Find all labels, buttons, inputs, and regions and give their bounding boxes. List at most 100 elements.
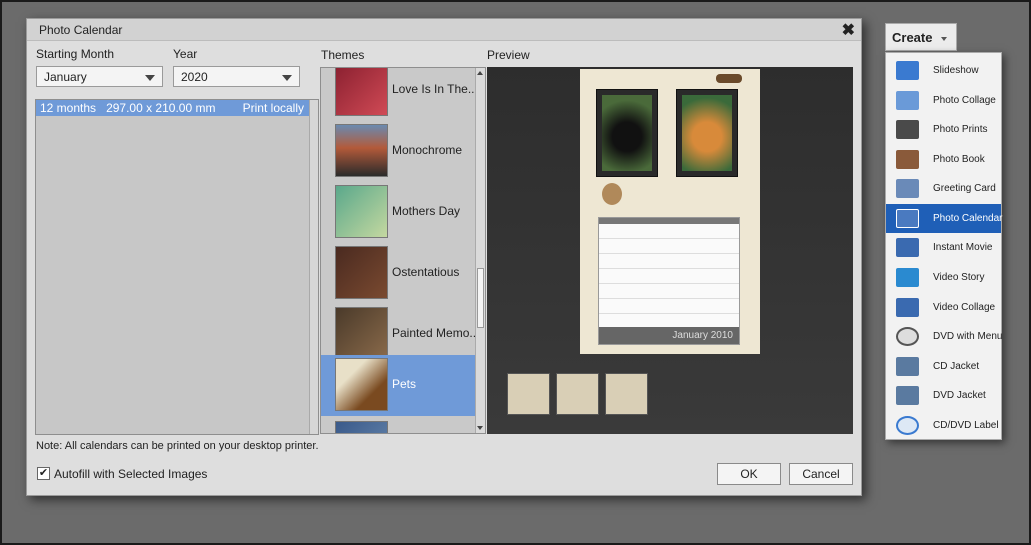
calendar-size-list: 12 months 297.00 x 210.00 mm Print local… bbox=[35, 99, 319, 435]
menu-item-cd-jacket[interactable]: CD Jacket bbox=[886, 352, 1001, 381]
menu-item-disc-label[interactable]: CD/DVD Label bbox=[886, 411, 1001, 440]
menu-item-label: Greeting Card bbox=[933, 183, 996, 194]
size-row-size: 297.00 x 210.00 mm bbox=[106, 101, 216, 115]
calendar-icon bbox=[896, 209, 919, 228]
photo-collage-icon bbox=[896, 91, 919, 110]
menu-item-photo-prints[interactable]: Photo Prints bbox=[886, 115, 1001, 144]
menu-item-label: CD Jacket bbox=[933, 361, 980, 372]
theme-item-mothers-day[interactable]: Mothers Day bbox=[321, 182, 476, 243]
create-button[interactable]: Create bbox=[885, 23, 957, 51]
menu-item-label: Photo Book bbox=[933, 154, 985, 165]
theme-thumbnail bbox=[335, 124, 388, 177]
menu-item-video-collage[interactable]: Video Collage bbox=[886, 293, 1001, 322]
theme-thumbnail bbox=[335, 307, 388, 360]
theme-label: Painted Memo... bbox=[392, 326, 480, 340]
starting-month-value: January bbox=[44, 70, 87, 84]
menu-item-label: Photo Prints bbox=[933, 124, 988, 135]
menu-item-instant-movie[interactable]: Instant Movie bbox=[886, 233, 1001, 262]
preview-thumbnail-3[interactable] bbox=[605, 373, 648, 415]
disc-label-icon bbox=[896, 416, 919, 435]
menu-item-label: Video Collage bbox=[933, 302, 996, 313]
size-row-months: 12 months bbox=[40, 101, 97, 115]
autofill-checkbox[interactable]: ✔ bbox=[37, 467, 50, 480]
photo-frame-right bbox=[676, 89, 738, 177]
scroll-up-icon[interactable] bbox=[477, 71, 483, 75]
scroll-down-icon[interactable] bbox=[477, 426, 483, 430]
paw-icon bbox=[602, 183, 622, 205]
theme-thumbnail bbox=[335, 421, 388, 433]
close-icon[interactable]: ✖ bbox=[842, 20, 855, 40]
caret-down-icon bbox=[941, 37, 947, 41]
ok-button[interactable]: OK bbox=[717, 463, 781, 485]
video-collage-icon bbox=[896, 298, 919, 317]
menu-item-dvd-jacket[interactable]: DVD Jacket bbox=[886, 381, 1001, 410]
print-note: Note: All calendars can be printed on yo… bbox=[36, 440, 319, 452]
theme-label: Monochrome bbox=[392, 143, 463, 157]
menu-item-slideshow[interactable]: Slideshow bbox=[886, 56, 1001, 85]
year-select[interactable]: 2020 bbox=[173, 66, 300, 87]
menu-item-photo-collage[interactable]: Photo Collage bbox=[886, 86, 1001, 115]
theme-thumbnail bbox=[335, 68, 388, 116]
create-button-label: Create bbox=[892, 30, 933, 45]
year-label: Year bbox=[173, 47, 198, 61]
theme-item-pets[interactable]: Pets bbox=[321, 355, 476, 416]
menu-item-label: DVD Jacket bbox=[933, 390, 986, 401]
preview-thumbnail-2[interactable] bbox=[556, 373, 599, 415]
themes-label: Themes bbox=[321, 48, 365, 62]
menu-item-label: Photo Collage bbox=[933, 95, 996, 106]
year-value: 2020 bbox=[181, 70, 208, 84]
theme-thumbnail bbox=[335, 358, 388, 411]
menu-item-label: Slideshow bbox=[933, 65, 979, 76]
preview-thumbnail-1[interactable] bbox=[507, 373, 550, 415]
dvd-icon bbox=[896, 327, 919, 346]
greeting-card-icon bbox=[896, 179, 919, 198]
theme-label: Ostentatious bbox=[392, 265, 460, 279]
scroll-thumb[interactable] bbox=[477, 268, 484, 328]
menu-item-greeting-card[interactable]: Greeting Card bbox=[886, 174, 1001, 203]
size-row-print: Print locally bbox=[242, 101, 304, 115]
calendar-preview: January 2010 bbox=[487, 67, 853, 434]
size-row-selected[interactable]: 12 months 297.00 x 210.00 mm Print local… bbox=[36, 100, 318, 116]
autofill-label[interactable]: Autofill with Selected Images bbox=[54, 467, 207, 481]
cancel-button[interactable]: Cancel bbox=[789, 463, 853, 485]
menu-item-photo-calendar[interactable]: Photo Calendar bbox=[886, 204, 1003, 233]
calendar-month-caption: January 2010 bbox=[599, 327, 739, 344]
starting-month-label: Starting Month bbox=[36, 47, 115, 61]
menu-item-label: CD/DVD Label bbox=[933, 420, 999, 431]
theme-item-love[interactable]: Love Is In The... bbox=[321, 68, 478, 121]
calendar-grid: January 2010 bbox=[598, 217, 740, 345]
themes-scrollbar[interactable] bbox=[475, 68, 485, 433]
theme-item-next[interactable] bbox=[321, 418, 476, 433]
chevron-down-icon bbox=[282, 75, 292, 81]
menu-item-label: DVD with Menu bbox=[933, 331, 1003, 342]
size-list-scrollbar[interactable] bbox=[309, 100, 318, 434]
theme-item-ostentatious[interactable]: Ostentatious bbox=[321, 243, 476, 304]
cd-jacket-icon bbox=[896, 357, 919, 376]
menu-item-label: Instant Movie bbox=[933, 242, 993, 253]
instant-movie-icon bbox=[896, 238, 919, 257]
dvd-jacket-icon bbox=[896, 386, 919, 405]
starting-month-select[interactable]: January bbox=[36, 66, 163, 87]
dialog-title: Photo Calendar bbox=[39, 23, 123, 37]
menu-item-photo-book[interactable]: Photo Book bbox=[886, 145, 1001, 174]
preview-label: Preview bbox=[487, 48, 530, 62]
menu-item-label: Photo Calendar bbox=[933, 213, 1003, 224]
calendar-page: January 2010 bbox=[580, 69, 760, 354]
printer-icon bbox=[896, 120, 919, 139]
theme-label: Mothers Day bbox=[392, 204, 461, 218]
video-story-icon bbox=[896, 268, 919, 287]
theme-item-monochrome[interactable]: Monochrome bbox=[321, 121, 476, 182]
dog-photo-black bbox=[602, 95, 652, 171]
theme-label: Pets bbox=[392, 377, 417, 391]
chevron-down-icon bbox=[145, 75, 155, 81]
slideshow-icon bbox=[896, 61, 919, 80]
photo-frame-left bbox=[596, 89, 658, 177]
theme-thumbnail bbox=[335, 185, 388, 238]
bone-ornament bbox=[716, 74, 742, 83]
menu-item-dvd-with-menu[interactable]: DVD with Menu bbox=[886, 322, 1003, 351]
create-menu: Slideshow Photo Collage Photo Prints Pho… bbox=[885, 52, 1003, 440]
dialog-titlebar: Photo Calendar ✖ bbox=[27, 19, 861, 41]
photo-book-icon bbox=[896, 150, 919, 169]
menu-item-video-story[interactable]: Video Story bbox=[886, 263, 1001, 292]
theme-label: Love Is In The... bbox=[392, 82, 478, 96]
